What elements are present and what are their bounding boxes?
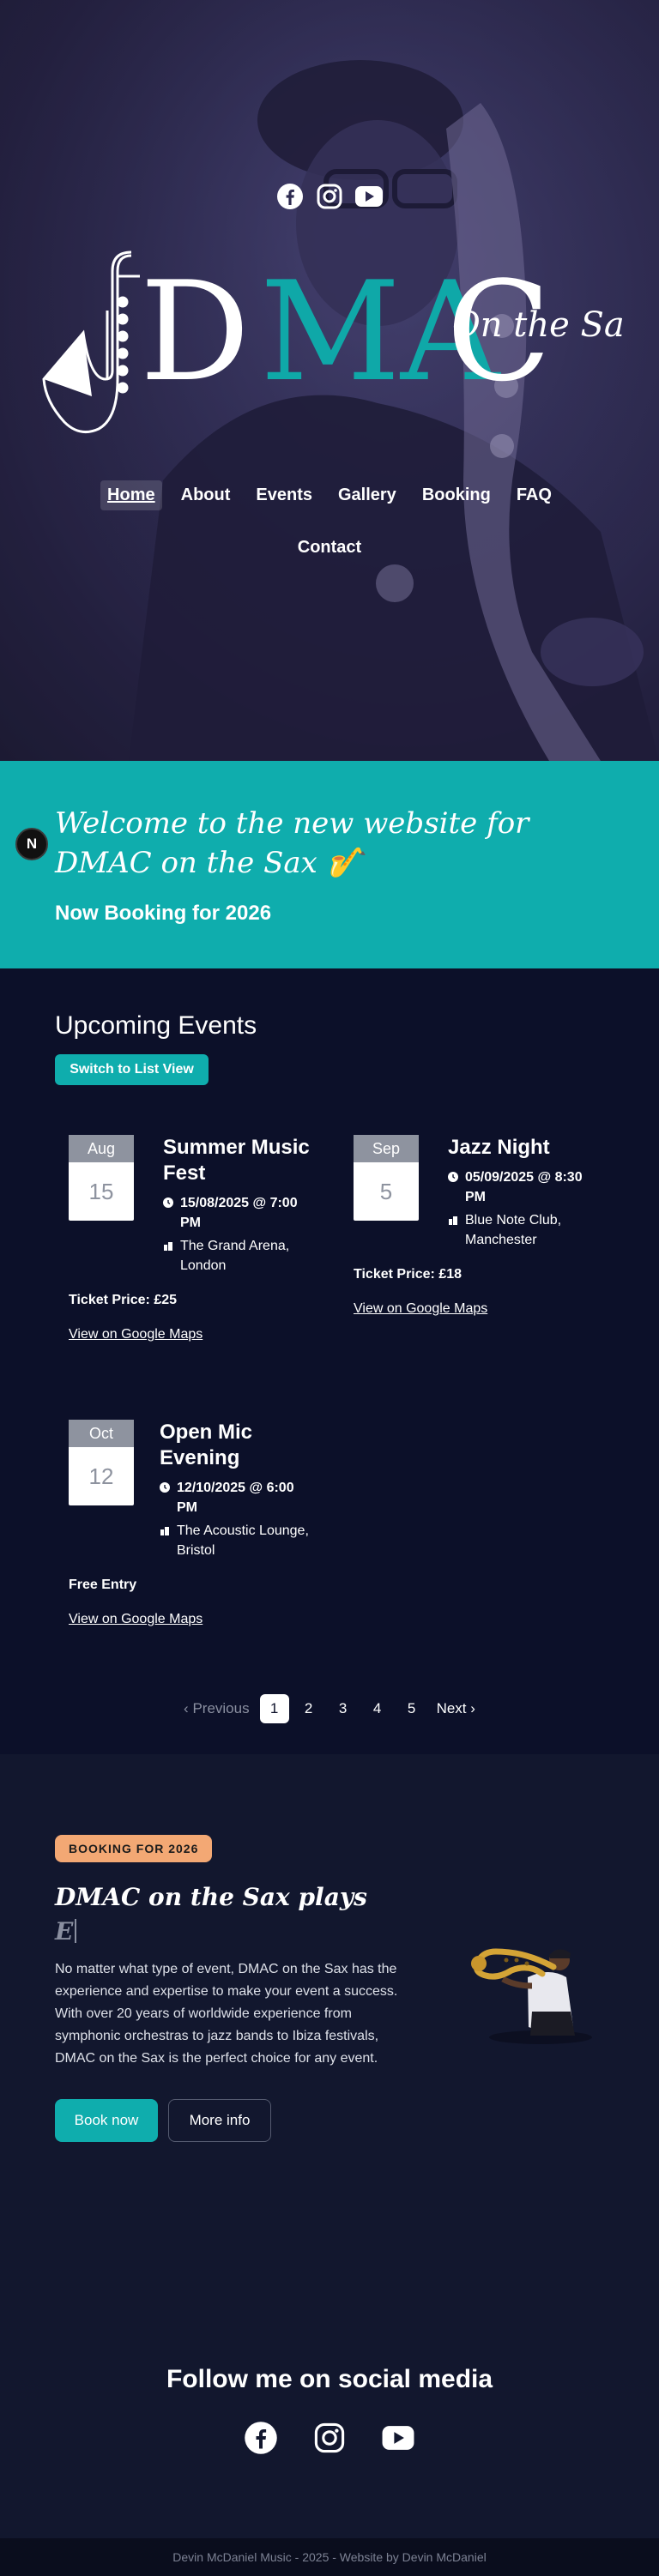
event-card: Aug 15 Summer Music Fest 15/08/2025 @ 7:… bbox=[69, 1135, 317, 1358]
booking-title: DMAC on the Sax plays bbox=[55, 1883, 367, 1911]
page-5[interactable]: 5 bbox=[397, 1694, 426, 1723]
building-icon bbox=[164, 1242, 172, 1251]
youtube-icon[interactable] bbox=[354, 182, 384, 211]
event-title: Jazz Night bbox=[448, 1136, 550, 1159]
event-title: Open Mic Evening bbox=[160, 1421, 253, 1469]
welcome-banner: Welcome to the new website for DMAC on t… bbox=[0, 761, 659, 968]
page-1[interactable]: 1 bbox=[259, 1694, 289, 1723]
typed-word: E bbox=[55, 1917, 74, 1946]
event-datetime-row: 12/10/2025 @ 6:00 PM bbox=[160, 1478, 314, 1517]
saxophone-logo-icon bbox=[42, 250, 140, 434]
dmac-logo[interactable]: D MA C On the Sax bbox=[39, 250, 622, 439]
event-month: Aug bbox=[69, 1135, 134, 1162]
logo-subtitle: On the Sax bbox=[452, 305, 622, 345]
event-venue: The Acoustic Lounge, Bristol bbox=[177, 1523, 309, 1558]
event-datetime: 12/10/2025 @ 6:00 PM bbox=[177, 1481, 294, 1515]
nav-booking[interactable]: Booking bbox=[415, 480, 498, 510]
event-card: Sep 5 Jazz Night 05/09/2025 @ 8:30 PM Bl… bbox=[354, 1135, 602, 1332]
footer: Devin McDaniel Music - 2025 - Website by… bbox=[0, 2538, 659, 2576]
booking-section: BOOKING FOR 2026 DMAC on the Sax plays E… bbox=[0, 1754, 659, 2248]
event-datetime: 15/08/2025 @ 7:00 PM bbox=[180, 1196, 298, 1230]
event-price: Free Entry bbox=[69, 1578, 137, 1592]
nav-events[interactable]: Events bbox=[249, 480, 319, 510]
page-4[interactable]: 4 bbox=[363, 1694, 392, 1723]
google-maps-link[interactable]: View on Google Maps bbox=[69, 1612, 203, 1627]
instagram-icon[interactable] bbox=[315, 182, 344, 211]
event-card: Oct 12 Open Mic Evening 12/10/2025 @ 6:0… bbox=[69, 1420, 317, 1643]
event-venue-row: The Acoustic Lounge, Bristol bbox=[160, 1521, 314, 1560]
booking-badge: BOOKING FOR 2026 bbox=[55, 1835, 213, 1862]
booking-description: No matter what type of event, DMAC on th… bbox=[55, 1962, 398, 2066]
previous-label: Previous bbox=[192, 1700, 250, 1716]
event-day: 5 bbox=[379, 1178, 393, 1204]
nav-home[interactable]: Home bbox=[100, 480, 162, 510]
google-maps-link[interactable]: View on Google Maps bbox=[354, 1301, 487, 1317]
event-venue: The Grand Arena, London bbox=[180, 1239, 290, 1273]
event-title: Summer Music Fest bbox=[163, 1136, 310, 1185]
previous-page-button[interactable]: ‹ Previous bbox=[178, 1694, 255, 1723]
follow-title: Follow me on social media bbox=[166, 2365, 493, 2393]
event-date-badge: Oct 12 bbox=[69, 1420, 134, 1505]
event-venue-row: The Grand Arena, London bbox=[163, 1236, 317, 1276]
welcome-heading: Welcome to the new website for DMAC on t… bbox=[55, 806, 529, 880]
event-day: 12 bbox=[88, 1463, 114, 1489]
facebook-icon[interactable] bbox=[243, 2420, 279, 2456]
nav-faq[interactable]: FAQ bbox=[510, 480, 559, 510]
event-day: 15 bbox=[88, 1178, 114, 1204]
nav-contact[interactable]: Contact bbox=[291, 533, 368, 563]
instagram-icon[interactable] bbox=[311, 2420, 348, 2456]
event-datetime-row: 05/09/2025 @ 8:30 PM bbox=[448, 1167, 602, 1207]
events-section: Upcoming Events Switch to List View Aug … bbox=[0, 968, 659, 1754]
follow-section: Follow me on social media bbox=[0, 2248, 659, 2538]
typing-cursor bbox=[75, 1919, 77, 1943]
event-date-badge: Aug 15 bbox=[69, 1135, 134, 1221]
booking-announcement: Now Booking for 2026 bbox=[55, 902, 272, 925]
typed-text: E bbox=[55, 1917, 77, 1946]
next-page-button[interactable]: Next › bbox=[432, 1694, 481, 1723]
event-price: Ticket Price: £25 bbox=[69, 1293, 178, 1307]
next-label: Next bbox=[436, 1700, 467, 1716]
page-2[interactable]: 2 bbox=[294, 1694, 323, 1723]
main-nav: Home About Events Gallery Booking FAQ Co… bbox=[0, 480, 659, 563]
building-icon bbox=[449, 1216, 457, 1225]
youtube-icon[interactable] bbox=[380, 2420, 416, 2456]
social-links-top bbox=[0, 182, 659, 211]
nav-gallery[interactable]: Gallery bbox=[331, 480, 403, 510]
event-price: Ticket Price: £18 bbox=[354, 1267, 463, 1282]
switch-view-button[interactable]: Switch to List View bbox=[55, 1054, 209, 1085]
event-datetime: 05/09/2025 @ 8:30 PM bbox=[465, 1170, 583, 1204]
n-badge-icon[interactable]: N bbox=[15, 828, 48, 860]
building-icon bbox=[160, 1527, 169, 1535]
clock-icon bbox=[163, 1198, 173, 1208]
google-maps-link[interactable]: View on Google Maps bbox=[69, 1327, 203, 1342]
event-month: Sep bbox=[354, 1135, 419, 1162]
nav-about[interactable]: About bbox=[174, 480, 238, 510]
footer-credit: Devin McDaniel Music - 2025 - Website by… bbox=[172, 2550, 487, 2564]
clock-icon bbox=[448, 1172, 458, 1182]
book-now-button[interactable]: Book now bbox=[55, 2099, 158, 2142]
event-venue-row: Blue Note Club, Manchester bbox=[448, 1210, 602, 1250]
logo-letter-d: D bbox=[140, 251, 250, 412]
event-month: Oct bbox=[69, 1420, 134, 1447]
event-venue: Blue Note Club, Manchester bbox=[465, 1213, 562, 1247]
more-info-button[interactable]: More info bbox=[168, 2099, 271, 2142]
event-date-badge: Sep 5 bbox=[354, 1135, 419, 1221]
facebook-icon[interactable] bbox=[275, 182, 305, 211]
pagination: ‹ Previous 1 2 3 4 5 Next › bbox=[0, 1694, 659, 1723]
saxophonist-image bbox=[471, 1948, 592, 2044]
hero-section: D MA C On the Sax Home About Events Gall… bbox=[0, 0, 659, 761]
event-datetime-row: 15/08/2025 @ 7:00 PM bbox=[163, 1193, 317, 1233]
clock-icon bbox=[160, 1482, 170, 1493]
social-links-bottom bbox=[0, 2420, 659, 2456]
page-3[interactable]: 3 bbox=[329, 1694, 358, 1723]
events-title: Upcoming Events bbox=[55, 1011, 257, 1040]
